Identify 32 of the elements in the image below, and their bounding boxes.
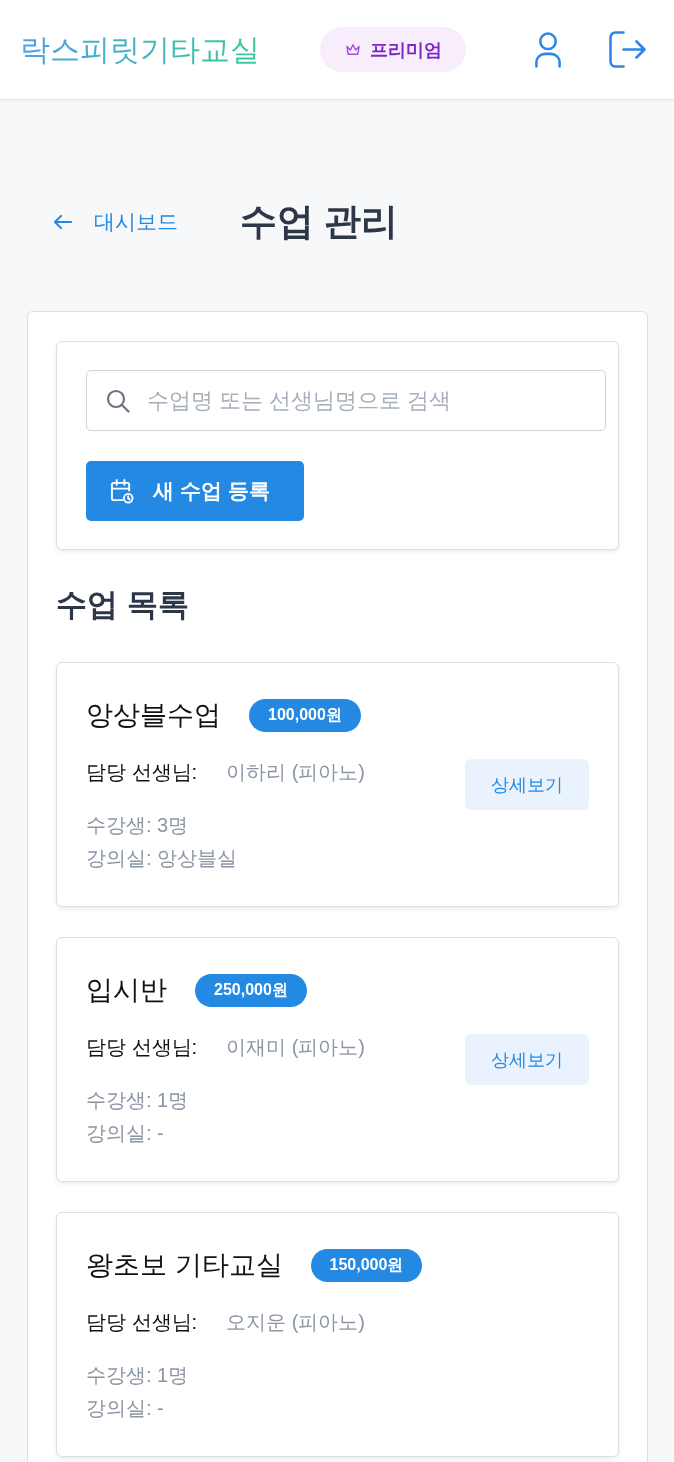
section-title: 수업 목록 [56, 586, 190, 624]
price-badge: 250,000원 [195, 973, 307, 1007]
teacher-label: 담당 선생님: [86, 1310, 198, 1335]
price-badge: 150,000원 [310, 1248, 423, 1282]
logout-icon[interactable] [609, 31, 646, 68]
class-name: 입시반 [86, 974, 167, 1007]
student-count: 수강생: 1명 [86, 1363, 190, 1388]
class-name: 앙상블수업 [86, 699, 221, 732]
search-field[interactable]: 수업명 또는 선생님명으로 검색 [86, 370, 606, 431]
detail-button[interactable]: 상세보기 [465, 759, 589, 810]
user-icon[interactable] [533, 30, 563, 69]
price-badge: 100,000원 [249, 698, 361, 732]
premium-badge[interactable]: 프리미엄 [320, 27, 466, 72]
student-count: 수강생: 1명 [86, 1088, 190, 1113]
teacher-name: 오지운 (피아노) [226, 1310, 365, 1335]
calendar-clock-icon [110, 478, 134, 504]
student-count: 수강생: 3명 [86, 813, 190, 838]
detail-button[interactable]: 상세보기 [465, 1034, 589, 1085]
teacher-label: 담당 선생님: [86, 1035, 198, 1060]
teacher-name: 이하리 (피아노) [226, 760, 365, 785]
page-title: 수업 관리 [240, 200, 399, 244]
classroom-text: 강의실: - [86, 1396, 165, 1421]
classroom-text: 강의실: - [86, 1121, 165, 1146]
search-icon [106, 389, 130, 413]
back-arrow-icon [53, 214, 72, 230]
classroom-text: 강의실: 앙상블실 [86, 846, 239, 871]
teacher-name: 이재미 (피아노) [226, 1035, 365, 1060]
teacher-label: 담당 선생님: [86, 760, 198, 785]
class-name: 왕초보 기타교실 [86, 1249, 283, 1282]
back-link[interactable]: 대시보드 [53, 208, 178, 236]
crown-icon [344, 43, 361, 56]
new-class-button[interactable]: 새 수업 등록 [86, 461, 304, 521]
